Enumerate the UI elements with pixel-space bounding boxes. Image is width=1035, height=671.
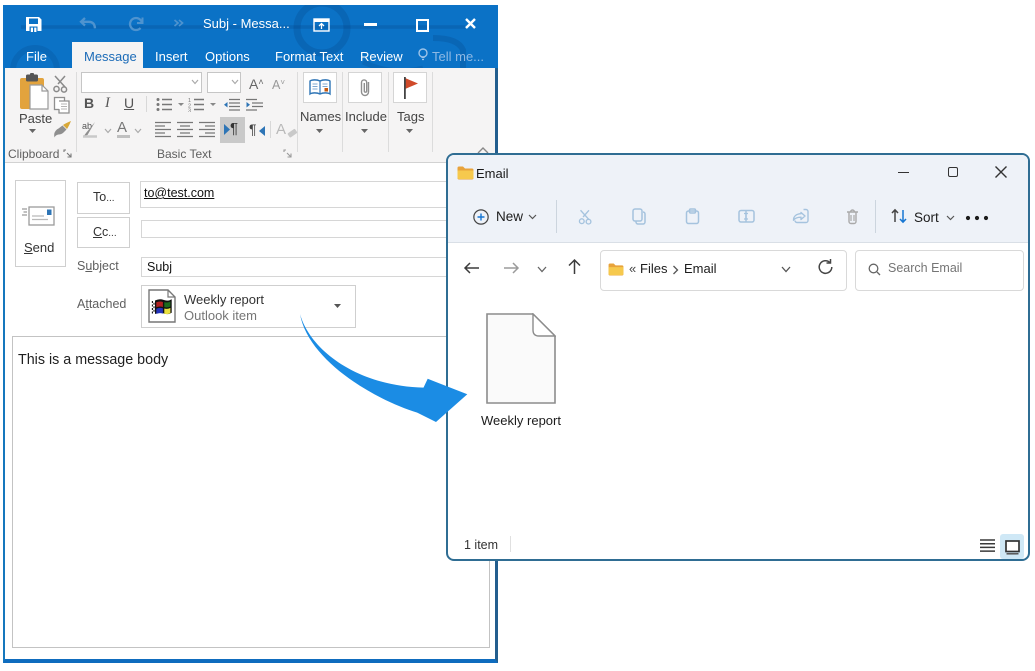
svg-text:3: 3 (188, 109, 191, 113)
